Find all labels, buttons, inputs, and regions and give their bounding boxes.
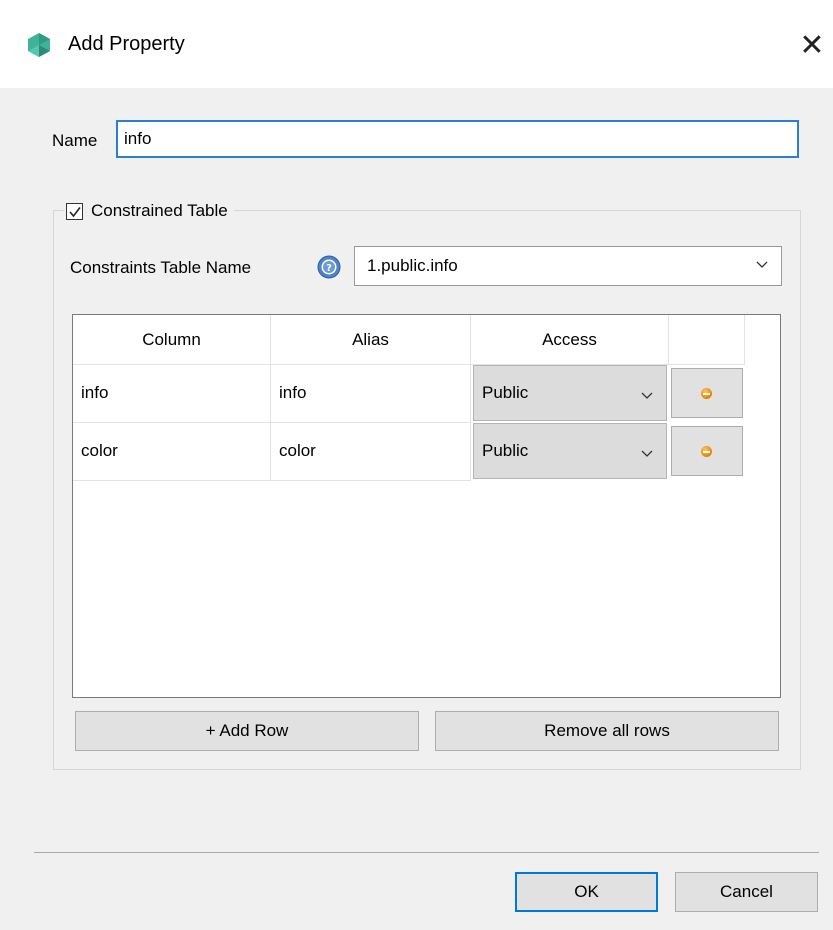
name-input[interactable] bbox=[116, 120, 799, 158]
remove-row-button[interactable] bbox=[671, 426, 743, 476]
chevron-down-icon bbox=[641, 392, 653, 399]
constraints-table-name-value: 1.public.info bbox=[367, 256, 458, 275]
chevron-down-icon bbox=[756, 261, 768, 268]
name-label: Name bbox=[52, 131, 98, 150]
remove-row-button[interactable] bbox=[671, 368, 743, 418]
constrained-table-legend: Constrained Table bbox=[64, 199, 234, 223]
app-logo-icon bbox=[28, 33, 50, 57]
column-header-access[interactable]: Access bbox=[471, 315, 669, 365]
constrained-table-label: Constrained Table bbox=[91, 201, 228, 220]
add-property-dialog: Add Property ✕ Name Constrained Table Co… bbox=[0, 0, 833, 930]
cell-column[interactable]: info bbox=[73, 365, 271, 423]
svg-text:?: ? bbox=[326, 263, 332, 274]
title-bar: Add Property ✕ bbox=[0, 0, 833, 88]
constraints-table: Column Alias Access info info Public col… bbox=[72, 314, 781, 698]
column-header-column[interactable]: Column bbox=[73, 315, 271, 365]
column-header-alias[interactable]: Alias bbox=[271, 315, 471, 365]
constrained-table-checkbox[interactable] bbox=[66, 202, 83, 220]
access-select-value: Public bbox=[482, 383, 529, 402]
remove-icon bbox=[701, 388, 712, 399]
help-icon[interactable]: ? bbox=[316, 254, 342, 280]
access-select-value: Public bbox=[482, 441, 529, 460]
close-icon[interactable]: ✕ bbox=[792, 26, 832, 66]
ok-button[interactable]: OK bbox=[515, 872, 658, 912]
footer-separator bbox=[34, 852, 819, 853]
column-header-actions bbox=[669, 315, 745, 365]
remove-all-rows-button[interactable]: Remove all rows bbox=[435, 711, 779, 751]
dialog-title: Add Property bbox=[68, 33, 185, 55]
cell-alias[interactable]: color bbox=[271, 423, 471, 481]
cell-column[interactable]: color bbox=[73, 423, 271, 481]
chevron-down-icon bbox=[641, 450, 653, 457]
constraints-table-name-combo[interactable]: 1.public.info bbox=[354, 246, 782, 286]
constraints-table-name-label: Constraints Table Name bbox=[70, 258, 252, 277]
checkmark-icon bbox=[69, 206, 81, 217]
access-select[interactable]: Public bbox=[473, 423, 667, 479]
add-row-button[interactable]: + Add Row bbox=[75, 711, 419, 751]
access-select[interactable]: Public bbox=[473, 365, 667, 421]
cancel-button[interactable]: Cancel bbox=[675, 872, 818, 912]
cell-alias[interactable]: info bbox=[271, 365, 471, 423]
remove-icon bbox=[701, 446, 712, 457]
